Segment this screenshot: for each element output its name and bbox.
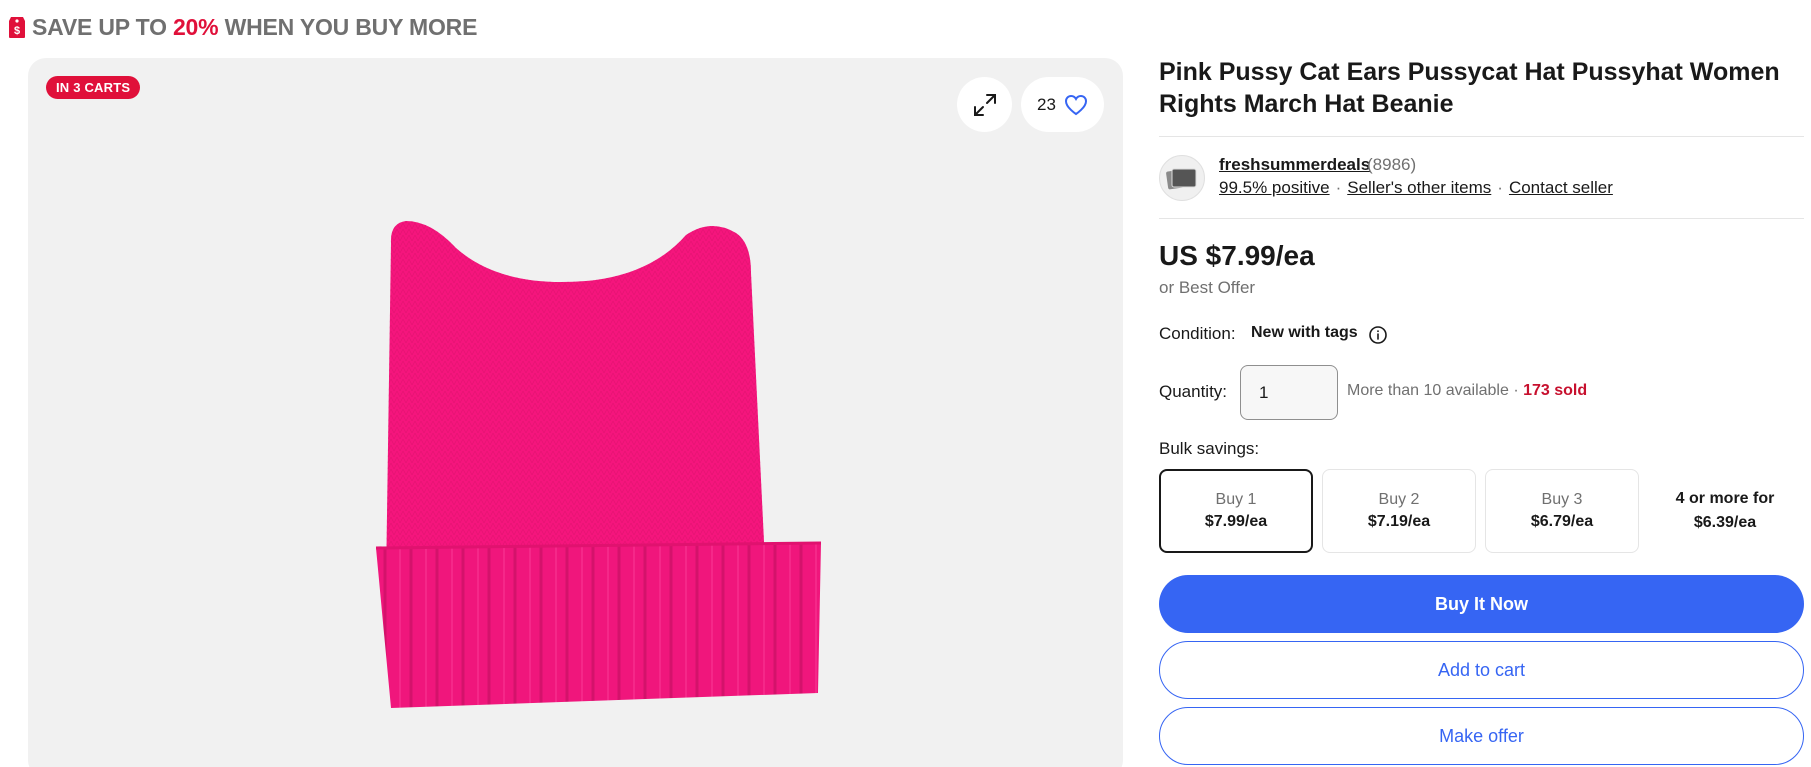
tier-label: Buy 3 xyxy=(1541,491,1583,508)
tier-label: Buy 1 xyxy=(1215,491,1257,508)
add-to-cart-button[interactable]: Add to cart xyxy=(1159,641,1804,699)
tier-label: 4 or more for xyxy=(1675,490,1775,507)
condition-label: Condition: xyxy=(1159,324,1236,343)
in-carts-badge: IN 3 CARTS xyxy=(46,76,141,99)
contact-seller-link[interactable]: Contact seller xyxy=(1509,178,1613,198)
separator: · xyxy=(1497,178,1503,197)
tier-label: Buy 2 xyxy=(1378,491,1420,508)
best-offer-text: or Best Offer xyxy=(1159,278,1256,297)
item-price: US $7.99/ea xyxy=(1159,240,1315,271)
promo-percent: 20% xyxy=(172,13,219,40)
photos-icon xyxy=(1166,168,1197,190)
product-image xyxy=(346,163,846,723)
seller-links: 99.5% positive · Seller's other items · … xyxy=(1219,178,1613,198)
available-text: More than 10 available xyxy=(1347,382,1509,399)
sold-count: 173 sold xyxy=(1523,382,1588,399)
watchlist-button[interactable]: 23 xyxy=(1021,77,1104,132)
divider xyxy=(1159,218,1804,219)
bulk-tier-buy-3[interactable]: Buy 3 $6.79/ea xyxy=(1485,469,1639,553)
bulk-tier-buy-2[interactable]: Buy 2 $7.19/ea xyxy=(1322,469,1476,553)
svg-text:$: $ xyxy=(14,25,20,37)
product-title: Pink Pussy Cat Ears Pussycat Hat Pussyha… xyxy=(1159,58,1780,118)
seller-avatar[interactable] xyxy=(1159,155,1205,201)
watch-count: 23 xyxy=(1037,94,1056,114)
tier-price: $7.99/ea xyxy=(1204,513,1268,530)
quantity-availability: More than 10 available · 173 sold xyxy=(1347,382,1587,400)
tier-price: $6.79/ea xyxy=(1530,513,1594,530)
expand-icon xyxy=(973,93,996,116)
quantity-input[interactable] xyxy=(1240,365,1338,420)
divider xyxy=(1159,136,1804,137)
bulk-savings-label: Bulk savings: xyxy=(1159,439,1260,458)
price-tag-icon: $ xyxy=(8,15,26,39)
tier-price: $6.39/ea xyxy=(1693,514,1757,531)
product-image-gallery[interactable]: IN 3 CARTS 23 xyxy=(28,58,1123,767)
buy-it-now-button[interactable]: Buy It Now xyxy=(1159,575,1804,633)
promo-banner: $ SAVE UP TO 20% WHEN YOU BUY MORE xyxy=(8,12,477,42)
separator: · xyxy=(1508,382,1524,399)
expand-image-button[interactable] xyxy=(957,77,1012,132)
seller-name-link[interactable]: freshsummerdeals xyxy=(1219,155,1370,175)
make-offer-button[interactable]: Make offer xyxy=(1159,707,1804,765)
seller-feedback-count: (8986) xyxy=(1367,155,1417,174)
seller-positive-link[interactable]: 99.5% positive xyxy=(1219,178,1330,198)
condition-value: New with tags xyxy=(1251,324,1358,341)
bulk-tier-4-or-more[interactable]: 4 or more for $6.39/ea xyxy=(1648,469,1802,553)
promo-text: SAVE UP TO 20% WHEN YOU BUY MORE xyxy=(32,14,477,41)
bulk-tier-buy-1[interactable]: Buy 1 $7.99/ea xyxy=(1159,469,1313,553)
heart-icon xyxy=(1064,94,1087,115)
tier-price: $7.19/ea xyxy=(1367,513,1431,530)
quantity-label: Quantity: xyxy=(1159,382,1228,401)
seller-other-items-link[interactable]: Seller's other items xyxy=(1347,178,1491,198)
separator: · xyxy=(1335,178,1342,197)
info-icon[interactable] xyxy=(1368,325,1388,345)
promo-suffix: WHEN YOU BUY MORE xyxy=(218,13,478,40)
promo-prefix: SAVE UP TO xyxy=(32,13,173,40)
